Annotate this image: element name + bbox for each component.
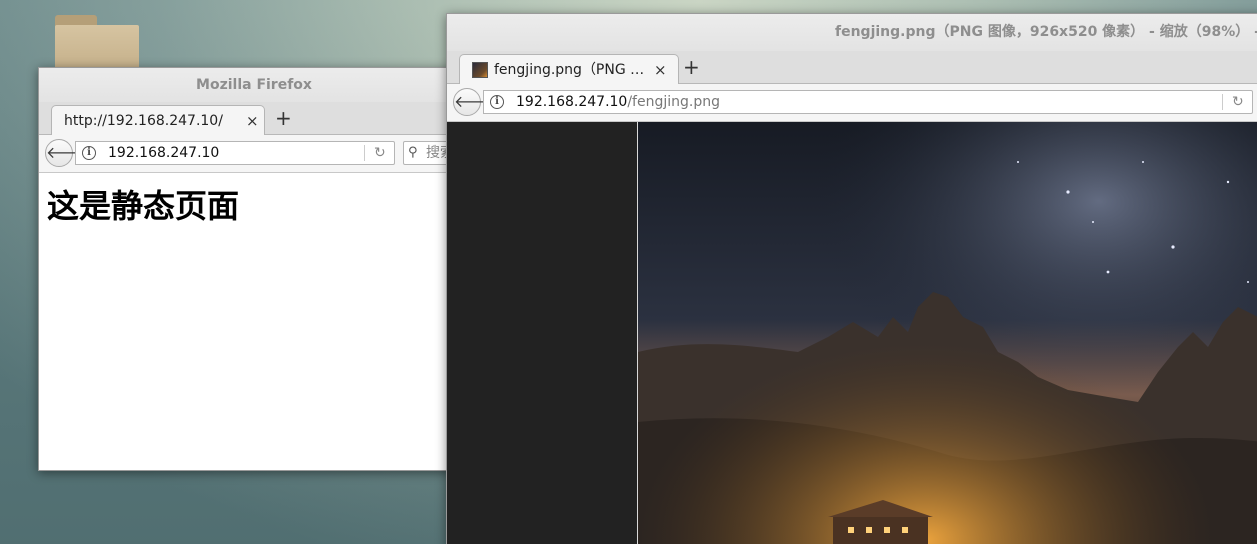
firefox-window-image: fengjing.png（PNG 图像，926x520 像素） - 缩放（98%… xyxy=(446,13,1257,544)
url-path: /fengjing.png xyxy=(627,94,720,110)
tab-strip: fengjing.png（PNG … × + xyxy=(447,51,1257,84)
url-text: 192.168.247.10 xyxy=(108,145,220,161)
image-favicon-icon xyxy=(472,62,488,78)
page-content: 这是静态页面 xyxy=(39,173,469,470)
nav-bar: 🡐 i 192.168.247.10 ↻ ⚲ 搜索 xyxy=(39,135,469,173)
firefox-window-static-page: Mozilla Firefox http://192.168.247.10/ ×… xyxy=(38,67,470,471)
info-icon[interactable]: i xyxy=(82,146,96,160)
info-icon[interactable]: i xyxy=(490,95,504,109)
back-arrow-icon[interactable]: 🡐 xyxy=(45,139,89,167)
back-arrow-icon[interactable]: 🡐 xyxy=(453,88,497,116)
nav-bar: 🡐 i 192.168.247.10/fengjing.png ↻ xyxy=(447,84,1257,122)
tab-close-icon[interactable]: × xyxy=(246,106,259,136)
folder-icon[interactable] xyxy=(55,15,139,70)
image-viewer xyxy=(447,122,1257,544)
new-tab-button[interactable]: + xyxy=(683,51,700,83)
window-title: Mozilla Firefox xyxy=(39,68,469,102)
search-icon: ⚲ xyxy=(408,145,418,160)
reload-icon[interactable]: ↻ xyxy=(374,142,386,164)
url-bar[interactable]: i 192.168.247.10 ↻ xyxy=(75,141,395,165)
tab-label: http://192.168.247.10/ xyxy=(64,113,223,129)
desktop: Mozilla Firefox http://192.168.247.10/ ×… xyxy=(0,0,1257,544)
tab-strip: http://192.168.247.10/ × + xyxy=(39,102,469,135)
landscape-image[interactable] xyxy=(637,122,1257,544)
tab-label: fengjing.png（PNG … xyxy=(494,62,645,78)
page-heading: 这是静态页面 xyxy=(47,187,240,225)
tab-static-page[interactable]: http://192.168.247.10/ × xyxy=(51,105,265,135)
reload-icon[interactable]: ↻ xyxy=(1232,91,1244,113)
tab-close-icon[interactable]: × xyxy=(654,55,667,85)
tab-image[interactable]: fengjing.png（PNG … × xyxy=(459,54,679,84)
url-text: 192.168.247.10/fengjing.png xyxy=(516,91,720,113)
new-tab-button[interactable]: + xyxy=(275,102,292,134)
url-bar[interactable]: i 192.168.247.10/fengjing.png ↻ xyxy=(483,90,1253,114)
window-title: fengjing.png（PNG 图像，926x520 像素） - 缩放（98%… xyxy=(447,14,1257,51)
landscape-art xyxy=(638,122,1257,544)
url-host: 192.168.247.10 xyxy=(516,94,628,110)
